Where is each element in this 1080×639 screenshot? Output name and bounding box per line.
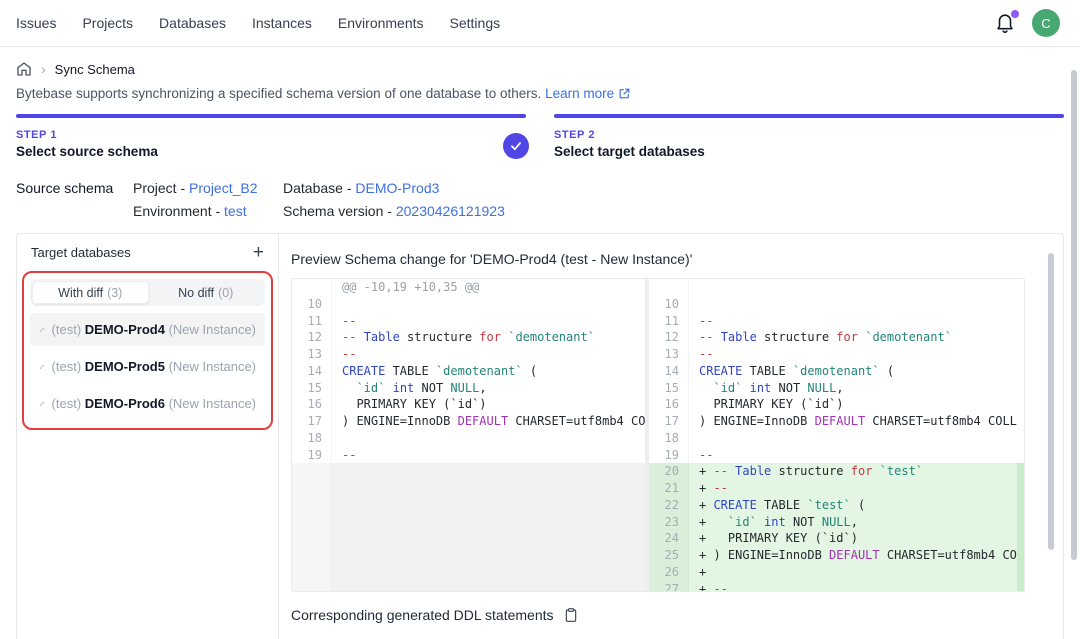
nav-item-issues[interactable]: Issues [16, 15, 56, 31]
database-list-item[interactable]: (test) DEMO-Prod6 (New Instance) [30, 387, 265, 420]
preview-title: Preview Schema change for 'DEMO-Prod4 (t… [291, 251, 1025, 267]
intro-text: Bytebase supports synchronizing a specif… [16, 86, 1064, 101]
annotation-highlight-box: With diff (3) No diff (0) (test) DEMO-Pr… [22, 271, 273, 430]
diff-line: 15 `id` int NOT NULL, [292, 380, 645, 397]
diff-filler-block [292, 463, 645, 591]
nav-item-databases[interactable]: Databases [159, 15, 226, 31]
step-1-label: STEP 1 [16, 129, 526, 141]
notification-bell-icon[interactable] [994, 12, 1016, 34]
diff-line: 17) ENGINE=InnoDB DEFAULT CHARSET=utf8mb… [649, 413, 1017, 430]
top-nav: Issues Projects Databases Instances Envi… [0, 0, 1080, 47]
learn-more-link[interactable]: Learn more [545, 86, 631, 101]
diff-line: 10 [292, 296, 645, 313]
diff-line: 12-- Table structure for `demotenant` [292, 329, 645, 346]
mysql-icon [39, 322, 46, 338]
diff-line: 13-- [292, 346, 645, 363]
database-list-item[interactable]: (test) DEMO-Prod5 (New Instance) [30, 350, 265, 383]
panel-scrollbar[interactable] [1048, 253, 1054, 550]
project-link[interactable]: Project_B2 [189, 180, 257, 196]
step-1: STEP 1 Select source schema [16, 114, 526, 159]
diff-line: 15 `id` int NOT NULL, [649, 380, 1017, 397]
diff-addition-mark [1017, 463, 1024, 591]
target-databases-panel: Target databases + With diff (3) No diff… [17, 234, 279, 639]
diff-line-added: 25+ ) ENGINE=InnoDB DEFAULT CHARSET=utf8… [649, 547, 1017, 564]
source-field-schema-version: Schema version - 20230426121923 [283, 203, 505, 219]
diff-pane-modified: 1011--12-- Table structure for `demotena… [649, 279, 1017, 591]
copy-ddl-icon[interactable] [563, 607, 579, 623]
diff-line: 19-- [649, 447, 1017, 464]
step-2-title: Select target databases [554, 144, 1064, 159]
diff-line [649, 279, 1017, 296]
diff-line: 19-- [292, 447, 645, 464]
diff-line: 12-- Table structure for `demotenant` [649, 329, 1017, 346]
diff-line: 16 PRIMARY KEY (`id`) [649, 396, 1017, 413]
diff-line-added: 24+ PRIMARY KEY (`id`) [649, 530, 1017, 547]
schema-version-link[interactable]: 20230426121923 [396, 203, 505, 219]
tab-with-diff[interactable]: With diff (3) [32, 281, 149, 304]
add-target-database-button[interactable]: + [253, 243, 264, 262]
diff-pane-original: @@ -10,19 +10,35 @@1011--12-- Table stru… [292, 279, 649, 591]
chevron-right-icon: › [41, 61, 46, 77]
diff-line: 14CREATE TABLE `demotenant` ( [649, 363, 1017, 380]
database-link[interactable]: DEMO-Prod3 [355, 180, 439, 196]
diff-line: 11-- [292, 313, 645, 330]
diff-line-added: 20+ -- Table structure for `test` [649, 463, 1017, 480]
with-diff-count: (3) [107, 286, 122, 300]
target-databases-title: Target databases [31, 245, 131, 260]
diff-line: 13-- [649, 346, 1017, 363]
diff-line: 18 [292, 430, 645, 447]
diff-line-added: 23+ `id` int NOT NULL, [649, 514, 1017, 531]
diff-line: 11-- [649, 313, 1017, 330]
environment-link[interactable]: test [224, 203, 247, 219]
source-schema-summary: Source schema Project - Project_B2 Datab… [16, 180, 1064, 219]
home-icon[interactable] [16, 61, 32, 77]
diff-line-added: 27+ -- [649, 581, 1017, 592]
sync-schema-card: Target databases + With diff (3) No diff… [16, 233, 1064, 639]
step-2-progress-bar [554, 114, 1064, 118]
nav-item-projects[interactable]: Projects [82, 15, 133, 31]
stepper: STEP 1 Select source schema STEP 2 Selec… [16, 114, 1064, 159]
diff-filter-tabs: With diff (3) No diff (0) [30, 279, 265, 306]
step-1-title: Select source schema [16, 144, 526, 159]
nav-item-environments[interactable]: Environments [338, 15, 424, 31]
avatar[interactable]: C [1032, 9, 1060, 37]
notification-dot [1011, 10, 1019, 18]
schema-preview-panel: Preview Schema change for 'DEMO-Prod4 (t… [279, 234, 1063, 639]
source-field-environment: Environment - test [133, 203, 283, 219]
diff-line-added: 21+ -- [649, 480, 1017, 497]
diff-line-added: 26+ [649, 564, 1017, 581]
step-1-progress-bar [16, 114, 526, 118]
ddl-statements-title: Corresponding generated DDL statements [291, 607, 554, 623]
diff-overview-ruler [1017, 279, 1024, 591]
diff-line: 18 [649, 430, 1017, 447]
source-field-project: Project - Project_B2 [133, 180, 283, 196]
step-2: STEP 2 Select target databases [554, 114, 1064, 159]
mysql-icon [39, 396, 46, 412]
source-schema-label: Source schema [16, 180, 133, 219]
step-1-completed-check-icon [503, 133, 529, 159]
diff-line: 14CREATE TABLE `demotenant` ( [292, 363, 645, 380]
diff-line-added: 22+ CREATE TABLE `test` ( [649, 497, 1017, 514]
no-diff-count: (0) [218, 286, 233, 300]
tab-no-diff[interactable]: No diff (0) [149, 281, 264, 304]
nav-item-instances[interactable]: Instances [252, 15, 312, 31]
step-2-label: STEP 2 [554, 129, 1064, 141]
nav-item-settings[interactable]: Settings [450, 15, 501, 31]
diff-line: 16 PRIMARY KEY (`id`) [292, 396, 645, 413]
breadcrumb: › Sync Schema [16, 61, 1064, 77]
breadcrumb-current: Sync Schema [55, 62, 135, 77]
diff-hunk-header: @@ -10,19 +10,35 @@ [292, 279, 645, 296]
diff-line: 10 [649, 296, 1017, 313]
page-scrollbar[interactable] [1071, 70, 1077, 560]
source-field-database: Database - DEMO-Prod3 [283, 180, 505, 196]
diff-line: 17) ENGINE=InnoDB DEFAULT CHARSET=utf8mb… [292, 413, 645, 430]
intro-sentence: Bytebase supports synchronizing a specif… [16, 86, 541, 101]
external-link-icon [618, 87, 631, 100]
schema-diff-editor: @@ -10,19 +10,35 @@1011--12-- Table stru… [291, 278, 1025, 592]
database-list-item[interactable]: (test) DEMO-Prod4 (New Instance) [30, 313, 265, 346]
mysql-icon [39, 359, 46, 375]
